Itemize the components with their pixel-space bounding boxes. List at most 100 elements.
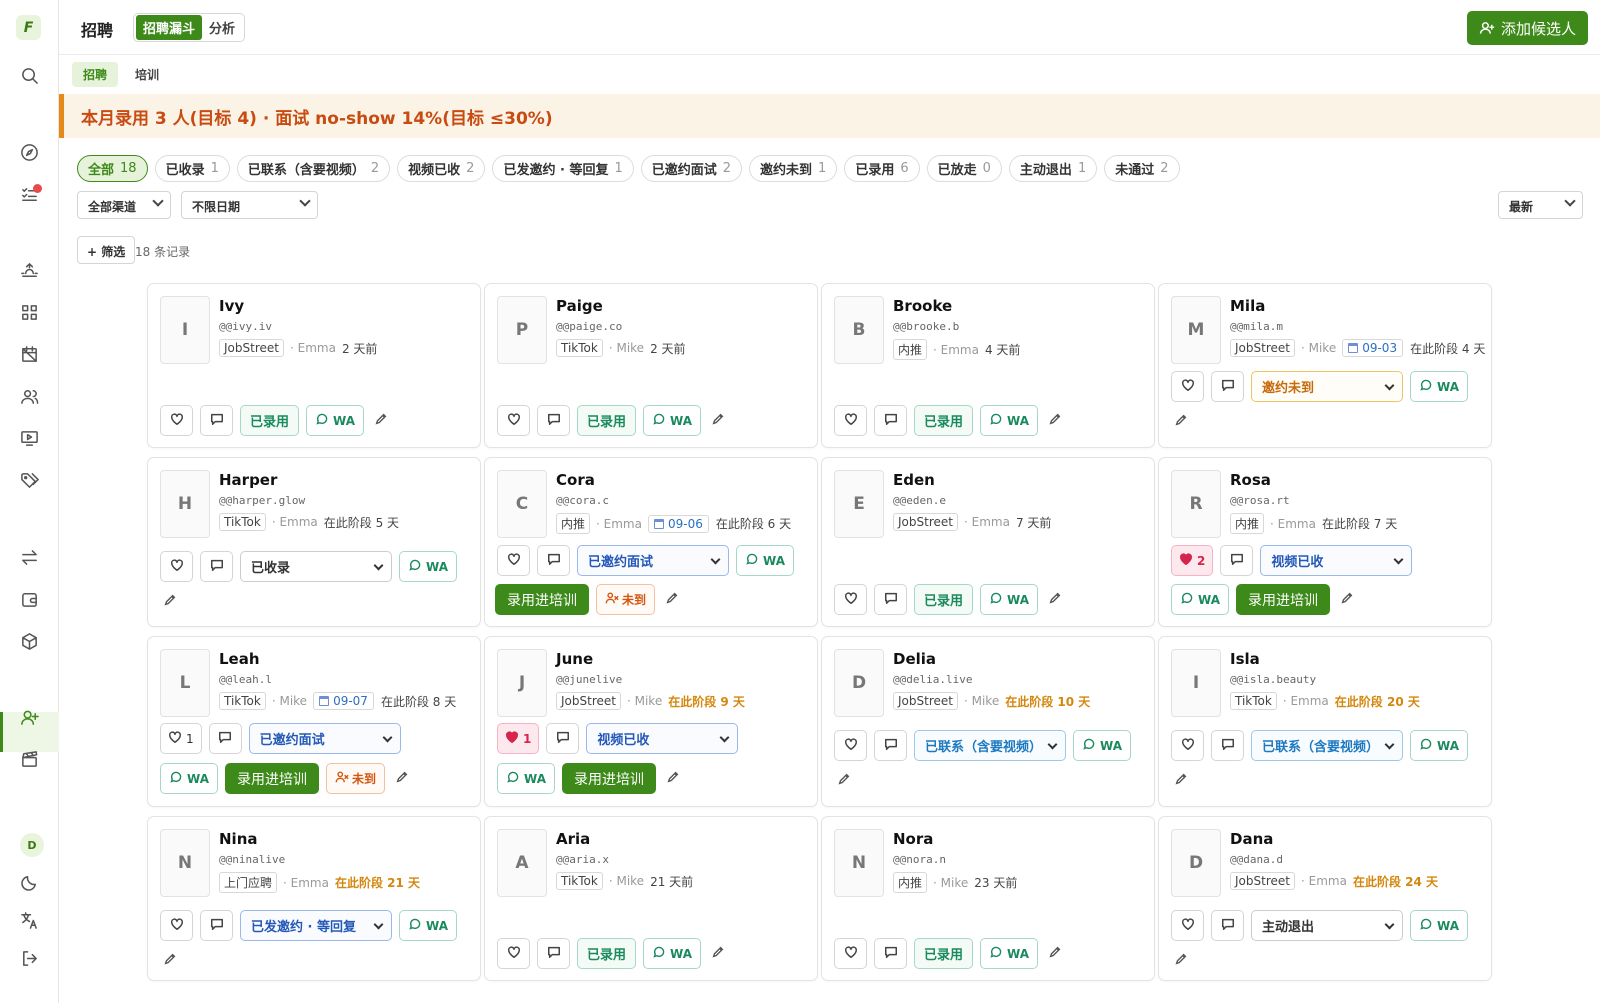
no-show-button[interactable]: 未到 [596,584,656,615]
whatsapp-button[interactable]: WA [1410,910,1468,941]
edit-button[interactable] [708,411,728,431]
whatsapp-button[interactable]: WA [736,545,794,576]
like-button[interactable]: 1 [497,723,540,754]
like-button[interactable] [1171,371,1204,402]
candidate-card[interactable]: E Eden @@eden.e JobStreet · Emma 7 天前 已录用 WA [821,457,1155,627]
user-plus-icon[interactable] [15,703,43,731]
candidate-card[interactable]: C Cora @@cora.c 内推 · Emma 09-06 在此阶段 6 天已邀约… [484,457,818,627]
status-dropdown[interactable]: 已邀约面试 [577,545,729,576]
avatar[interactable]: H [160,470,210,538]
status-dropdown[interactable]: 视频已收 [1260,545,1413,576]
avatar[interactable]: P [497,296,547,364]
comment-button[interactable] [537,545,570,576]
whatsapp-button[interactable]: WA [980,405,1038,436]
sunrise-icon[interactable] [15,256,43,284]
status-chip[interactable]: 已放走 0 [926,155,1002,182]
avatar[interactable]: I [160,296,210,364]
whatsapp-button[interactable]: WA [1410,730,1468,761]
status-chip[interactable]: 已收录 1 [154,155,230,182]
compass-icon[interactable] [15,138,43,166]
status-dropdown[interactable]: 视频已收 [586,723,739,754]
candidate-card[interactable]: R Rosa @@rosa.rt 内推 · Emma 在此阶段 7 天 2 视频已收 WA… [1158,457,1492,627]
candidate-name[interactable]: Brooke [893,297,952,315]
status-dropdown[interactable]: 已联系（含要视频） [1251,730,1403,761]
candidate-card[interactable]: D Delia @@delia.live JobStreet · Mike 在此阶段… [821,636,1155,807]
candidate-card[interactable]: J June @@junelive JobStreet · Mike 在此阶段 9 … [484,636,818,807]
edit-button[interactable] [160,951,180,971]
status-dropdown[interactable]: 已收录 [240,551,392,582]
status-dropdown[interactable]: 已邀约面试 [248,723,401,754]
comment-button[interactable] [874,584,907,615]
status-chip[interactable]: 已录用 6 [844,155,920,182]
like-button[interactable] [834,730,867,761]
grid-icon[interactable] [15,298,43,326]
comment-button[interactable] [200,551,233,582]
candidate-name[interactable]: Cora [556,471,595,489]
add-filter-button[interactable]: + 筛选 [77,236,136,264]
status-chip[interactable]: 全部 18 [77,155,148,182]
candidate-card[interactable]: N Nora @@nora.n 内推 · Mike 23 天前 已录用 WA [821,816,1155,981]
hire-to-training-button[interactable]: 录用进培训 [1235,584,1330,615]
candidate-card[interactable]: I Isla @@isla.beauty TikTok · Emma 在此阶段 20… [1158,636,1492,807]
avatar[interactable]: D [1171,829,1221,897]
edit-button[interactable] [663,769,683,789]
candidate-name[interactable]: Eden [893,471,935,489]
subtab-recruit[interactable]: 招聘 [72,62,119,87]
edit-button[interactable] [708,944,728,964]
tags-icon[interactable] [15,466,43,494]
status-dropdown[interactable]: 邀约未到 [1251,371,1403,402]
avatar[interactable]: D [834,649,884,717]
status-chip[interactable]: 已邀约面试 2 [640,155,743,182]
date-select[interactable]: 不限日期 [181,191,318,219]
whatsapp-button[interactable]: WA [643,405,701,436]
add-candidate-button[interactable]: 添加候选人 [1466,11,1588,45]
avatar[interactable]: N [834,829,884,897]
comment-button[interactable] [874,730,907,761]
candidate-name[interactable]: Ivy [219,297,244,315]
like-button[interactable]: 1 [160,723,202,754]
monitor-play-icon[interactable] [15,424,43,452]
language-icon[interactable] [15,906,43,934]
comment-button[interactable] [874,405,907,436]
whatsapp-button[interactable]: WA [399,910,457,941]
comment-button[interactable] [1211,910,1244,941]
avatar[interactable]: L [160,649,210,717]
whatsapp-button[interactable]: WA [1073,730,1131,761]
package-icon[interactable] [15,627,43,655]
wallet-icon[interactable] [15,585,43,613]
transfer-icon[interactable] [15,543,43,571]
comment-button[interactable] [208,723,242,754]
candidate-card[interactable]: B Brooke @@brooke.b 内推 · Emma 4 天前 已录用 WA [821,283,1155,448]
edit-button[interactable] [1171,771,1191,791]
hire-to-training-button[interactable]: 录用进培训 [224,763,319,794]
status-dropdown[interactable]: 已联系（含要视频） [914,730,1066,761]
whatsapp-button[interactable]: WA [980,938,1038,969]
avatar[interactable]: C [497,470,547,538]
clapperboard-icon[interactable] [15,745,43,773]
candidate-name[interactable]: Mila [1230,297,1265,315]
comment-button[interactable] [537,405,570,436]
avatar[interactable]: J [497,649,547,717]
comment-button[interactable] [200,910,233,941]
whatsapp-button[interactable]: WA [1410,371,1468,402]
like-button[interactable]: 2 [1171,545,1214,576]
hired-button[interactable]: 已录用 [914,584,974,615]
search-icon[interactable] [15,61,43,89]
like-button[interactable] [1171,910,1204,941]
hire-to-training-button[interactable]: 录用进培训 [495,584,589,615]
comment-button[interactable] [874,938,907,969]
sort-select[interactable]: 最新 [1498,191,1583,219]
status-chip[interactable]: 已联系（含要视频） 2 [236,155,391,182]
status-chip[interactable]: 未通过 2 [1104,155,1180,182]
edit-button[interactable] [371,411,391,431]
candidate-name[interactable]: Isla [1230,650,1260,668]
whatsapp-button[interactable]: WA [980,584,1038,615]
edit-button[interactable] [662,590,682,610]
tab-analytics[interactable]: 分析 [202,15,242,40]
like-button[interactable] [160,405,193,436]
like-button[interactable] [834,938,867,969]
candidate-card[interactable]: I Ivy @@ivy.iv JobStreet · Emma 2 天前 已录用 WA [147,283,481,448]
edit-button[interactable] [1171,412,1191,432]
users-icon[interactable] [15,382,43,410]
edit-button[interactable] [1337,590,1357,610]
